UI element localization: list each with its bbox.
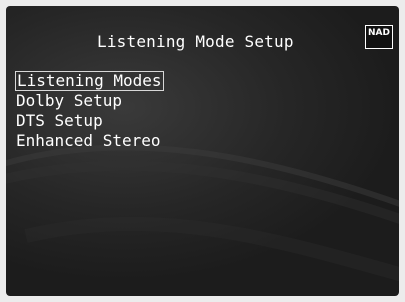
osd-screen: Listening Mode Setup NAD Listening Modes… (6, 6, 399, 296)
nad-logo: NAD (365, 25, 393, 49)
page-title: Listening Mode Setup (97, 32, 294, 51)
menu-item-label[interactable]: Listening Modes (15, 71, 164, 91)
menu-item-listening-modes[interactable]: Listening Modes (15, 71, 164, 91)
menu-item-enhanced-stereo[interactable]: Enhanced Stereo (15, 131, 164, 151)
setup-menu: Listening Modes Dolby Setup DTS Setup En… (15, 71, 164, 151)
device-frame: Listening Mode Setup NAD Listening Modes… (0, 0, 405, 302)
menu-item-dolby-setup[interactable]: Dolby Setup (15, 91, 164, 111)
menu-item-dts-setup[interactable]: DTS Setup (15, 111, 164, 131)
